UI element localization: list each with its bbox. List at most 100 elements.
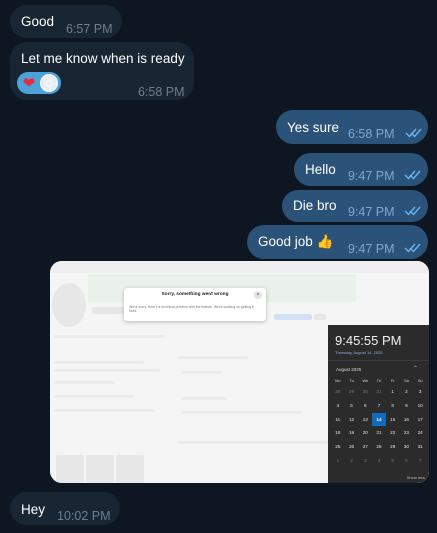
calendar-month: August 2025 [336, 367, 362, 372]
calendar-day: 1 [391, 389, 394, 394]
calendar-day: 16 [403, 416, 409, 422]
content-placeholder [54, 369, 160, 372]
calendar-day: 6 [364, 402, 367, 408]
divider [328, 360, 429, 361]
calendar-day: 8 [391, 402, 394, 408]
error-dialog-body: We're sorry. Here's a technical problem … [129, 305, 254, 314]
calendar-day: 3 [364, 457, 367, 463]
calendar-day: 21 [376, 430, 382, 436]
calendar-weekday: Su [417, 378, 423, 383]
calendar-day: 28 [335, 389, 341, 394]
message-outgoing[interactable]: Hello 9:47 PM [294, 153, 428, 186]
content-placeholder [54, 381, 114, 384]
content-placeholder [178, 441, 328, 444]
message-incoming[interactable]: Good 6:57 PM [10, 5, 122, 38]
message-text: Hello [305, 162, 336, 177]
calendar-day: 29 [390, 444, 396, 450]
message-text: Let me know when is ready [21, 51, 185, 66]
close-icon: × [254, 291, 262, 299]
calendar-weekday: Th [376, 378, 382, 383]
message-time: 9:47 PM [348, 242, 395, 256]
message-incoming[interactable]: Hey 10:02 PM [10, 492, 120, 525]
read-checkmarks-icon [404, 206, 421, 216]
calendar-day: 17 [417, 416, 423, 422]
calendar-day: 3 [418, 389, 422, 394]
calendar-day: 2 [350, 457, 353, 463]
profile-avatar-placeholder [52, 283, 86, 327]
content-placeholder [54, 361, 144, 364]
clock-date: Thursday, August 14, 2025 [335, 350, 383, 355]
screenshot-image-message[interactable]: Sorry, something went wrong × We're sorr… [50, 261, 429, 483]
photo-placeholder [116, 455, 144, 483]
calendar-day: 26 [349, 444, 355, 450]
calendar-day: 30 [362, 389, 368, 394]
calendar-weekday: Mo [335, 378, 341, 383]
calendar-day: 29 [349, 389, 355, 394]
calendar-grid: Mo Tu We Th Fr Sa Su 28 29 30 31 1 2 3 4 5 6 7 8 9 10 11 12 13 1… [331, 377, 427, 468]
read-checkmarks-icon [404, 243, 421, 253]
calendar-day: 22 [390, 430, 396, 436]
calendar-weekday: We [362, 378, 369, 383]
chat-history: Good 6:57 PM Let me know when is ready ❤… [0, 0, 437, 533]
photo-placeholder [56, 455, 84, 483]
message-text: Good [21, 14, 55, 29]
calendar-day: 12 [349, 416, 355, 422]
calendar-day: 31 [417, 444, 423, 450]
calendar-day: 9 [405, 402, 408, 408]
calendar-day: 5 [350, 402, 353, 408]
message-outgoing[interactable]: Die bro 9:47 PM [282, 190, 428, 222]
calendar-day: 6 [405, 457, 408, 463]
message-text: Good job 👍 [258, 234, 334, 249]
calendar-day: 1 [336, 457, 340, 463]
calendar-day: 14 [372, 412, 386, 427]
content-placeholder [178, 356, 248, 359]
content-placeholder [54, 409, 154, 412]
calendar-day: 2 [405, 389, 408, 394]
calendar-day: 7 [418, 457, 422, 463]
message-text: Yes sure [287, 120, 340, 135]
content-placeholder [182, 371, 222, 374]
error-dialog-title: Sorry, something went wrong [161, 292, 229, 297]
message-text: Hey [21, 502, 46, 517]
show-less-link: Show less [406, 475, 425, 480]
message-time: 6:58 PM [348, 127, 395, 141]
calendar-day: 27 [362, 444, 368, 450]
calendar-day: 15 [390, 416, 396, 422]
calendar-weekday: Tu [349, 378, 354, 383]
screenshot-titlebar [50, 261, 429, 273]
heart-icon: ❤ [22, 74, 36, 92]
calendar-day: 13 [362, 416, 368, 422]
clock-calendar-flyout: 9:45:55 PM Thursday, August 14, 2025 Aug… [328, 325, 429, 483]
message-time: 6:58 PM [138, 85, 185, 99]
message-incoming[interactable]: Let me know when is ready ❤ ☺ 6:58 PM [10, 42, 194, 100]
action-button-placeholder [274, 314, 312, 320]
message-time: 6:57 PM [66, 22, 113, 36]
calendar-day: 7 [377, 402, 381, 408]
clock-time: 9:45:55 PM [335, 333, 402, 348]
message-time: 9:47 PM [348, 205, 395, 219]
read-checkmarks-icon [405, 128, 422, 138]
message-text: Die bro [293, 198, 337, 213]
reactor-avatar-icon: ☺ [40, 74, 58, 92]
calendar-weekday: Fr [390, 378, 395, 383]
error-dialog: Sorry, something went wrong × We're sorr… [124, 288, 266, 321]
content-placeholder [182, 411, 302, 414]
calendar-day: 10 [417, 402, 423, 408]
message-reactions[interactable]: ❤ ☺ [17, 72, 61, 94]
calendar-day: 19 [349, 430, 355, 436]
message-outgoing[interactable]: Good job 👍 9:47 PM [247, 225, 428, 259]
action-button-placeholder [314, 314, 326, 320]
calendar-day: 28 [376, 444, 382, 450]
message-outgoing[interactable]: Yes sure 6:58 PM [276, 110, 428, 144]
calendar-day: 4 [377, 457, 381, 463]
read-checkmarks-icon [404, 170, 421, 180]
message-time: 9:47 PM [348, 169, 395, 183]
calendar-day: 25 [335, 444, 341, 450]
chevron-up-icon: ⌃ [413, 366, 419, 372]
message-time: 10:02 PM [57, 509, 111, 523]
calendar-day: 4 [336, 402, 340, 408]
calendar-day: 24 [417, 430, 423, 436]
content-placeholder [182, 397, 226, 400]
content-placeholder [54, 395, 134, 398]
calendar-day: 11 [335, 416, 341, 422]
